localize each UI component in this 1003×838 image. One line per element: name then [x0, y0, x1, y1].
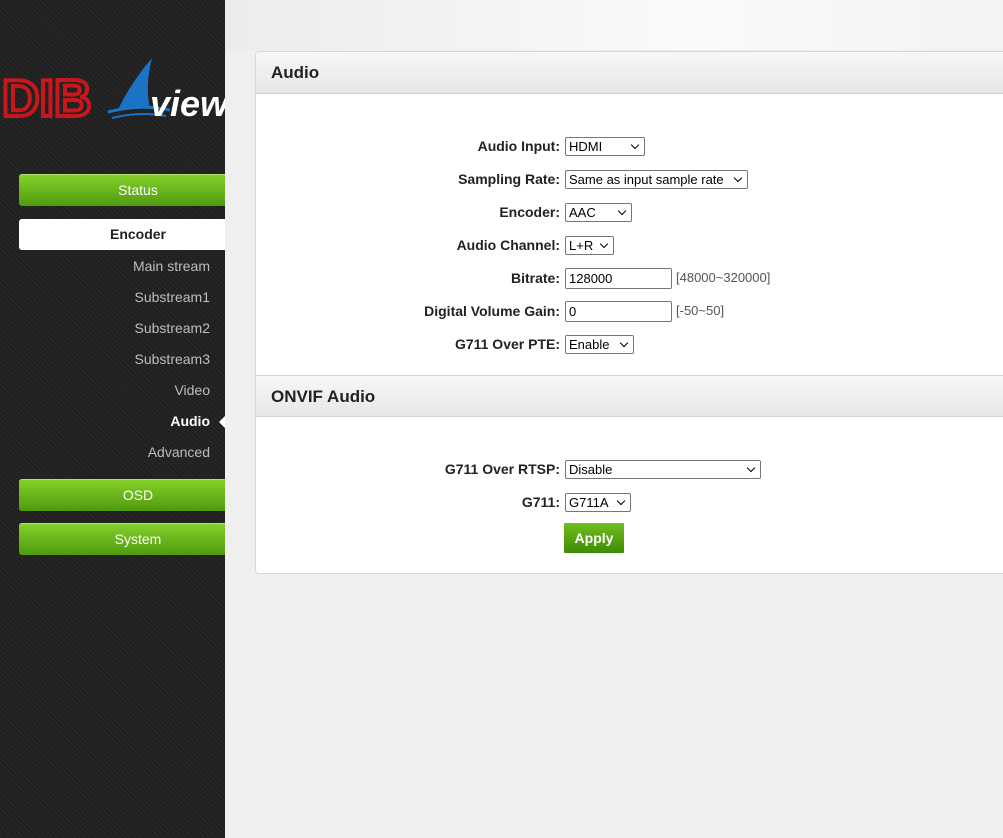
- bitrate-label: Bitrate:: [510, 270, 560, 286]
- logo-dib-text: DIB: [2, 70, 92, 128]
- audio-channel-row: Audio Channel: L+R: [256, 234, 1003, 256]
- g711-select[interactable]: G711A: [565, 493, 631, 512]
- g711-row: G711: G711A: [256, 491, 1003, 513]
- encoder-row: Encoder: AAC: [256, 201, 1003, 223]
- nav-osd-button[interactable]: OSD: [19, 479, 225, 511]
- onvif-section-title: ONVIF Audio: [256, 375, 1003, 417]
- bitrate-row: Bitrate: 128000 [48000~320000]: [256, 267, 1003, 289]
- nav-encoder-label: Encoder: [109, 226, 166, 242]
- subnav-substream3[interactable]: Substream3: [135, 351, 210, 367]
- nav-osd-label: OSD: [122, 487, 154, 503]
- volume-gain-range-hint: [-50~50]: [676, 303, 725, 318]
- logo-view-text: view: [150, 83, 225, 124]
- subnav-audio[interactable]: Audio: [170, 413, 210, 429]
- nav-status-label: Status: [118, 182, 158, 198]
- apply-button[interactable]: Apply: [564, 523, 624, 553]
- subnav-advanced[interactable]: Advanced: [148, 444, 210, 460]
- volume-gain-input[interactable]: 0: [565, 301, 672, 322]
- subnav-substream2[interactable]: Substream2: [135, 320, 210, 336]
- header-strip: [225, 0, 1003, 50]
- nav-system-button[interactable]: System: [19, 523, 225, 555]
- g711-rtsp-row: G711 Over RTSP: Disable: [256, 458, 1003, 480]
- encoder-select[interactable]: AAC: [565, 203, 632, 222]
- g711-rtsp-label: G711 Over RTSP:: [444, 461, 560, 477]
- subnav-video[interactable]: Video: [174, 382, 210, 398]
- nav-status-button[interactable]: Status: [19, 174, 225, 206]
- audio-channel-select[interactable]: L+R: [565, 236, 614, 255]
- audio-channel-label: Audio Channel:: [456, 237, 560, 253]
- bitrate-input[interactable]: 128000: [565, 268, 672, 289]
- volume-gain-row: Digital Volume Gain: 0 [-50~50]: [256, 300, 1003, 322]
- g711-pte-select[interactable]: Enable: [565, 335, 634, 354]
- nav-encoder-button[interactable]: Encoder: [19, 219, 225, 250]
- active-pointer-icon: [219, 416, 225, 428]
- settings-panel: Audio Audio Input: HDMI Sampling Rate: S…: [255, 51, 1003, 574]
- sidebar: DIB view Status Encoder Main stream Subs…: [0, 0, 225, 838]
- g711-label: G711:: [521, 494, 560, 510]
- subnav-main-stream[interactable]: Main stream: [133, 258, 210, 274]
- subnav-substream1[interactable]: Substream1: [135, 289, 210, 305]
- sampling-rate-row: Sampling Rate: Same as input sample rate: [256, 168, 1003, 190]
- audio-input-row: Audio Input: HDMI: [256, 135, 1003, 157]
- sampling-rate-label: Sampling Rate:: [458, 171, 560, 187]
- bitrate-range-hint: [48000~320000]: [676, 270, 771, 285]
- audio-input-label: Audio Input:: [477, 138, 560, 154]
- audio-section-title: Audio: [256, 52, 1003, 94]
- g711-pte-label: G711 Over PTE:: [454, 336, 560, 352]
- g711-rtsp-select[interactable]: Disable: [565, 460, 761, 479]
- volume-gain-label: Digital Volume Gain:: [424, 303, 560, 319]
- g711-pte-row: G711 Over PTE: Enable: [256, 333, 1003, 355]
- sampling-rate-select[interactable]: Same as input sample rate: [565, 170, 748, 189]
- nav-system-label: System: [114, 531, 162, 547]
- audio-input-select[interactable]: HDMI: [565, 137, 645, 156]
- dibview-logo: DIB view: [0, 58, 225, 130]
- encoder-label: Encoder:: [499, 204, 560, 220]
